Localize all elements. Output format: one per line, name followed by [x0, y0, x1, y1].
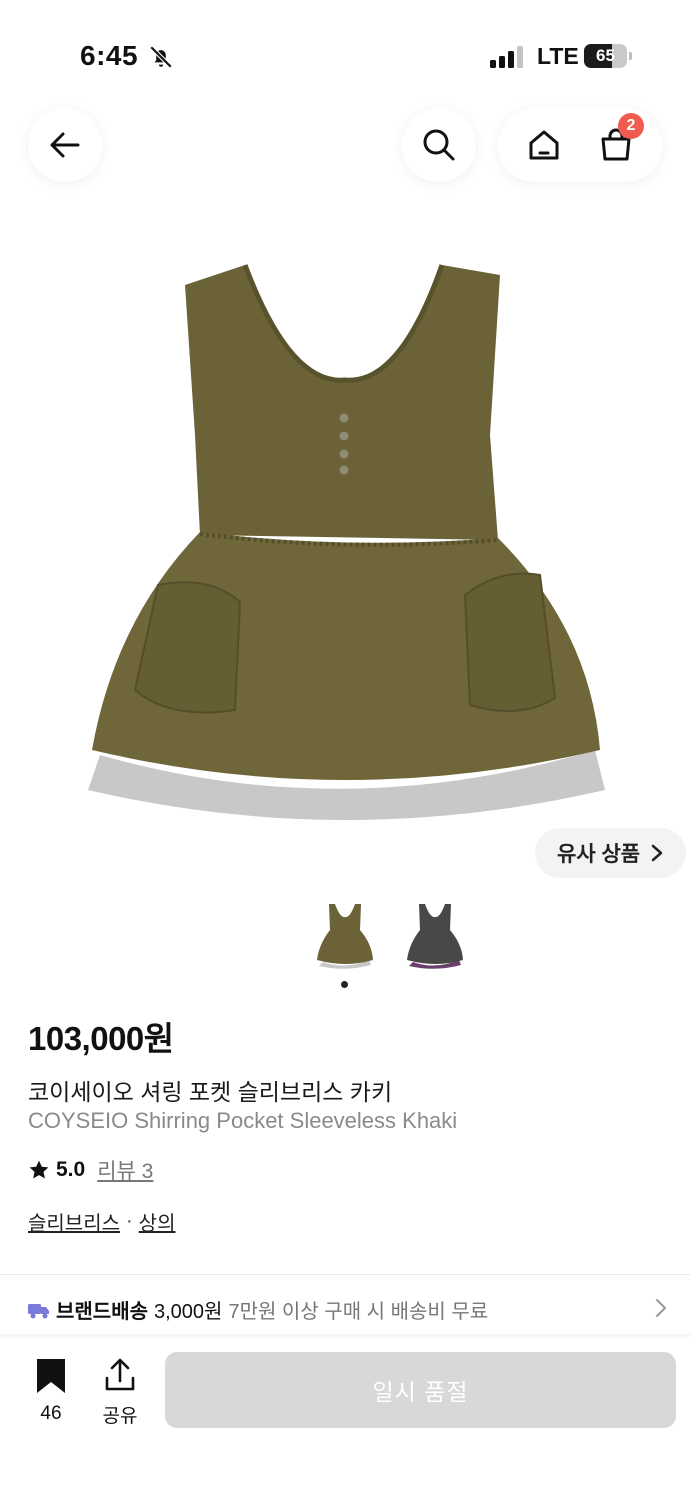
share-icon [105, 1358, 135, 1391]
product-image[interactable] [60, 250, 630, 840]
status-bar: 6:45 LTE 65 [0, 0, 690, 100]
product-name-ko: 코이세이오 셔링 포켓 슬리브리스 카키 [28, 1079, 393, 1105]
rating-row: 5.0 리뷰 3 [28, 1155, 153, 1185]
search-button[interactable] [402, 108, 476, 182]
share-label: 공유 [102, 1406, 138, 1427]
bookmark-icon [37, 1359, 65, 1393]
chevron-right-icon [651, 844, 663, 862]
shipping-label: 브랜드배송 [56, 1301, 148, 1323]
bell-slash-icon [149, 45, 173, 69]
home-icon [529, 130, 559, 160]
similar-products-label: 유사 상품 [557, 843, 641, 866]
battery-percent: 65 [596, 46, 615, 65]
dress-thumbnail-icon [317, 904, 373, 969]
reviews-link[interactable]: 리뷰 3 [97, 1155, 153, 1185]
product-name-en: COYSEIO Shirring Pocket Sleeveless Khaki [28, 1108, 458, 1133]
category-breadcrumb: 슬리브리스 · 상의 [28, 1207, 175, 1236]
status-time: 6:45 [80, 40, 139, 71]
home-button[interactable] [524, 125, 564, 165]
back-arrow-icon [50, 132, 80, 158]
thumbnail-strip [310, 898, 470, 972]
star-icon [29, 1160, 49, 1179]
category-separator: · [126, 1210, 133, 1232]
bookmark-count: 46 [40, 1403, 62, 1424]
search-icon [423, 129, 455, 161]
bottom-bar-shadow [0, 1334, 690, 1340]
battery-icon: 65 [584, 44, 632, 68]
sold-out-button[interactable]: 일시 품절 [165, 1352, 676, 1428]
dress-thumbnail-icon [407, 904, 463, 969]
carousel-indicator [341, 981, 348, 988]
cart-badge: 2 [618, 113, 644, 139]
truck-icon [28, 1303, 49, 1318]
thumbnail-khaki[interactable] [310, 898, 380, 972]
home-cart-group: 2 [498, 108, 662, 182]
product-price: 103,000원 [28, 1020, 174, 1057]
similar-products-button[interactable]: 유사 상품 [535, 828, 687, 878]
shipping-note: 7만원 이상 구매 시 배송비 무료 [228, 1301, 489, 1323]
share-button[interactable]: 공유 [96, 1358, 144, 1428]
bookmark-button[interactable]: 46 [28, 1358, 74, 1425]
category-link-top[interactable]: 상의 [139, 1207, 176, 1236]
thumbnail-charcoal[interactable] [400, 898, 470, 972]
network-type: LTE [537, 43, 579, 69]
chevron-right-icon [656, 1299, 666, 1317]
back-button[interactable] [28, 108, 102, 182]
shipping-row[interactable]: 브랜드배송 3,000원 7만원 이상 구매 시 배송비 무료 [28, 1295, 668, 1324]
rating-score: 5.0 [56, 1158, 86, 1181]
shipping-amount: 3,000원 [154, 1301, 223, 1323]
signal-icon [490, 46, 523, 68]
cart-button[interactable]: 2 [596, 113, 644, 165]
section-divider [0, 1274, 690, 1275]
category-link-sleeveless[interactable]: 슬리브리스 [28, 1207, 120, 1236]
